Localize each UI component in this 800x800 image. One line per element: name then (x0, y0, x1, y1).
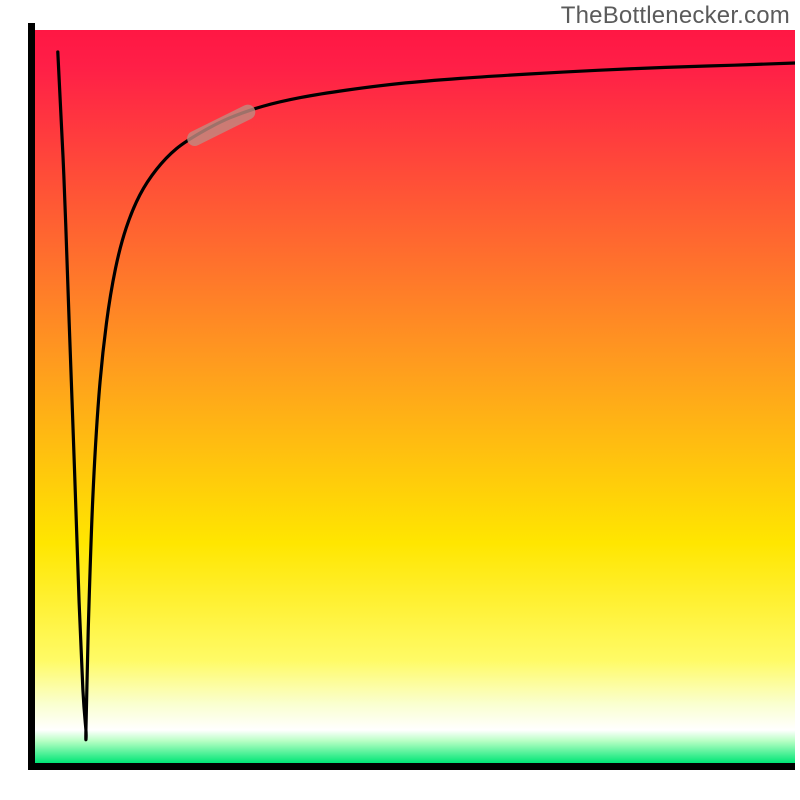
gradient-background (35, 30, 795, 763)
bottleneck-chart (0, 0, 800, 800)
chart-stage: TheBottlenecker.com (0, 0, 800, 800)
attribution-text: TheBottlenecker.com (561, 2, 790, 30)
